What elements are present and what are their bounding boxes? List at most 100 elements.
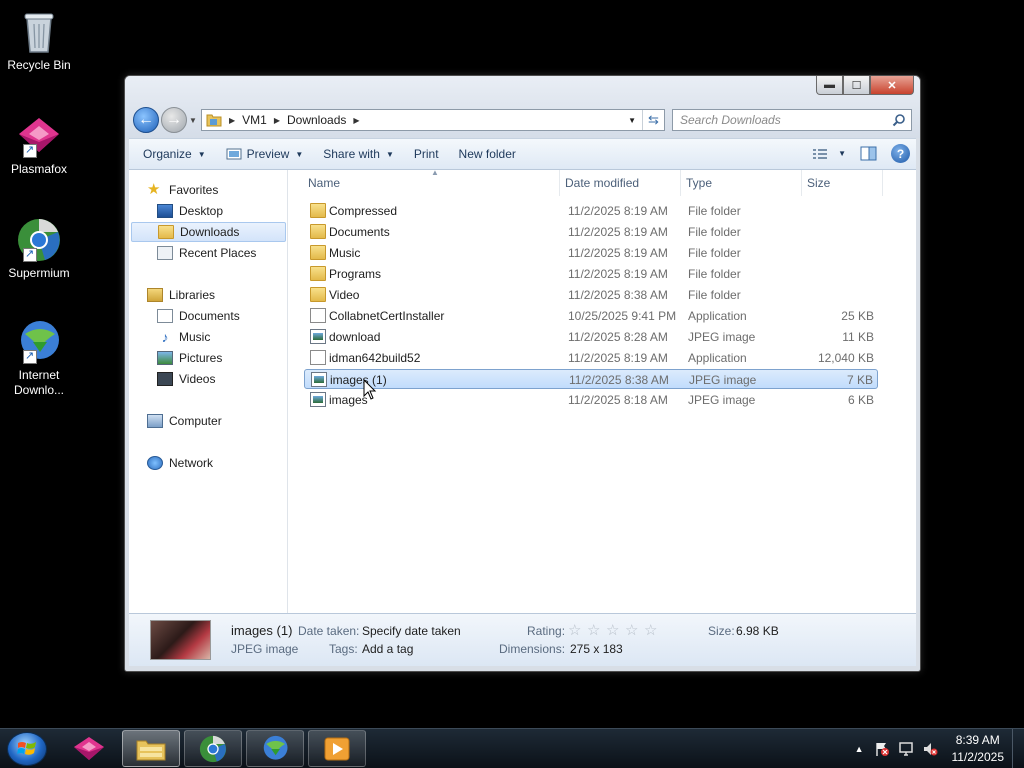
close-button[interactable]: ✕: [870, 76, 914, 95]
preview-button[interactable]: Preview ▼: [216, 139, 314, 169]
taskbar-windows-explorer[interactable]: [122, 730, 180, 767]
forward-button[interactable]: →: [161, 107, 187, 133]
volume-muted-icon[interactable]: [922, 741, 938, 757]
desktop-icon: [157, 204, 173, 218]
column-label: Size: [807, 176, 831, 190]
tags-label: Tags:: [329, 642, 358, 656]
plasmafox-icon: [15, 112, 63, 160]
column-header-date-modified[interactable]: Date modified: [561, 170, 681, 196]
organize-label: Organize: [143, 147, 192, 161]
desktop-icon-supermium[interactable]: Supermium: [4, 216, 74, 281]
folder-icon: [310, 203, 326, 218]
breadcrumb-separator[interactable]: ▶: [271, 116, 283, 125]
rating-star-1[interactable]: ☆: [568, 621, 581, 639]
print-button[interactable]: Print: [404, 139, 449, 169]
rating-star-4[interactable]: ☆: [625, 621, 638, 639]
breadcrumb-downloads[interactable]: Downloads: [283, 113, 350, 127]
file-date-modified: 11/2/2025 8:38 AM: [569, 373, 669, 387]
mouse-cursor-icon: [363, 379, 377, 400]
folder-icon: [310, 245, 326, 260]
desktop-icon-plasmafox[interactable]: Plasmafox: [4, 112, 74, 177]
nav-libraries[interactable]: Libraries: [147, 285, 215, 305]
taskbar-internet-download-manager[interactable]: [246, 730, 304, 767]
search-icon[interactable]: [892, 113, 906, 127]
file-row[interactable]: Documents 11/2/2025 8:19 AM File folder: [304, 222, 878, 242]
column-header-name[interactable]: Name ▲: [304, 168, 560, 196]
maximize-button[interactable]: ☐: [843, 76, 870, 95]
file-row[interactable]: CollabnetCertInstaller 10/25/2025 9:41 PM…: [304, 306, 878, 326]
nav-desktop[interactable]: Desktop: [157, 201, 223, 221]
taskbar-plasmafox[interactable]: [60, 730, 118, 767]
share-with-button[interactable]: Share with ▼: [313, 139, 404, 169]
date-taken-value[interactable]: Specify date taken: [362, 624, 461, 638]
file-row[interactable]: Compressed 11/2/2025 8:19 AM File folder: [304, 201, 878, 221]
nav-network[interactable]: Network: [147, 453, 213, 473]
desktop-icon-recycle-bin[interactable]: Recycle Bin: [4, 8, 74, 73]
recycle-bin-icon: [15, 8, 63, 56]
column-header-type[interactable]: Type: [682, 170, 802, 196]
nav-videos[interactable]: Videos: [157, 369, 215, 389]
nav-recent-places[interactable]: Recent Places: [157, 243, 256, 263]
file-row[interactable]: idman642build52 11/2/2025 8:19 AM Applicat…: [304, 348, 878, 368]
file-row[interactable]: Music 11/2/2025 8:19 AM File folder: [304, 243, 878, 263]
show-desktop-button[interactable]: [1012, 729, 1024, 768]
window-controls: ▬ ☐ ✕: [816, 76, 914, 95]
breadcrumb-vm1[interactable]: VM1: [238, 113, 271, 127]
file-name: CollabnetCertInstaller: [329, 309, 445, 323]
size-label: Size:: [708, 624, 735, 638]
refresh-icon[interactable]: ⇆: [642, 110, 664, 130]
new-folder-button[interactable]: New folder: [449, 139, 526, 169]
nav-label: Music: [179, 330, 211, 344]
address-history-dropdown[interactable]: ▼: [628, 116, 636, 125]
file-list: Name ▲ Date modified Type Size Compresse…: [304, 168, 884, 613]
address-bar[interactable]: ▶ VM1 ▶ Downloads ▶ ▼ ⇆: [201, 109, 665, 131]
folder-icon: [310, 224, 326, 239]
organize-button[interactable]: Organize ▼: [133, 139, 216, 169]
file-type: Application: [688, 309, 747, 323]
minimize-button[interactable]: ▬: [816, 76, 843, 95]
rating-star-3[interactable]: ☆: [606, 621, 619, 639]
network-status-icon[interactable]: [898, 741, 914, 757]
change-view-button[interactable]: ▼: [812, 148, 846, 160]
taskbar-supermium[interactable]: [184, 730, 242, 767]
dimensions-label: Dimensions:: [499, 642, 566, 656]
search-input[interactable]: Search Downloads: [672, 109, 912, 131]
nav-label: Desktop: [179, 204, 224, 218]
show-hidden-icons-icon[interactable]: ▲: [855, 744, 864, 754]
tags-value[interactable]: Add a tag: [362, 642, 413, 656]
nav-documents[interactable]: Documents: [157, 306, 240, 326]
nav-favorites[interactable]: ★ Favorites: [147, 180, 218, 200]
breadcrumb-separator[interactable]: ▶: [350, 116, 362, 125]
column-label: Date modified: [565, 176, 640, 190]
dimensions-value: 275 x 183: [570, 642, 623, 656]
nav-music[interactable]: ♪ Music: [157, 327, 211, 347]
breadcrumb-separator[interactable]: ▶: [226, 116, 238, 125]
chevron-down-icon: ▼: [295, 149, 304, 159]
downloads-folder-icon: [158, 225, 174, 239]
start-button[interactable]: [7, 732, 47, 766]
file-row[interactable]: download 11/2/2025 8:28 AM JPEG image 11 KB: [304, 327, 878, 347]
rating-star-5[interactable]: ☆: [644, 621, 657, 639]
file-row[interactable]: Programs 11/2/2025 8:19 AM File folder: [304, 264, 878, 284]
preview-pane-icon[interactable]: [860, 146, 877, 161]
videos-icon: [157, 372, 173, 386]
help-icon[interactable]: ?: [891, 144, 910, 163]
documents-icon: [157, 309, 173, 323]
desktop-icon-internet-download-manager[interactable]: Internet Downlo...: [4, 318, 74, 398]
clock[interactable]: 8:39 AM 11/2/2025: [952, 732, 1005, 766]
column-header-size[interactable]: Size: [803, 170, 883, 196]
desktop: Recycle Bin Plasmafox Supermium: [0, 0, 1024, 768]
rating-star-2[interactable]: ☆: [587, 621, 600, 639]
shortcut-arrow-icon: [23, 349, 37, 364]
file-row[interactable]: images (1) 11/2/2025 8:38 AM JPEG image 7 K…: [304, 369, 878, 389]
file-row[interactable]: images 11/2/2025 8:18 AM JPEG image 6 KB: [304, 390, 878, 410]
recent-pages-dropdown[interactable]: ▼: [189, 116, 197, 125]
nav-downloads[interactable]: Downloads: [131, 222, 286, 242]
nav-pictures[interactable]: Pictures: [157, 348, 222, 368]
file-row[interactable]: Video 11/2/2025 8:38 AM File folder: [304, 285, 878, 305]
taskbar-media-player[interactable]: [308, 730, 366, 767]
nav-computer[interactable]: Computer: [147, 411, 222, 431]
back-button[interactable]: ←: [133, 107, 159, 133]
action-center-flag-icon[interactable]: [874, 741, 890, 757]
windows-logo-icon: [17, 742, 36, 755]
